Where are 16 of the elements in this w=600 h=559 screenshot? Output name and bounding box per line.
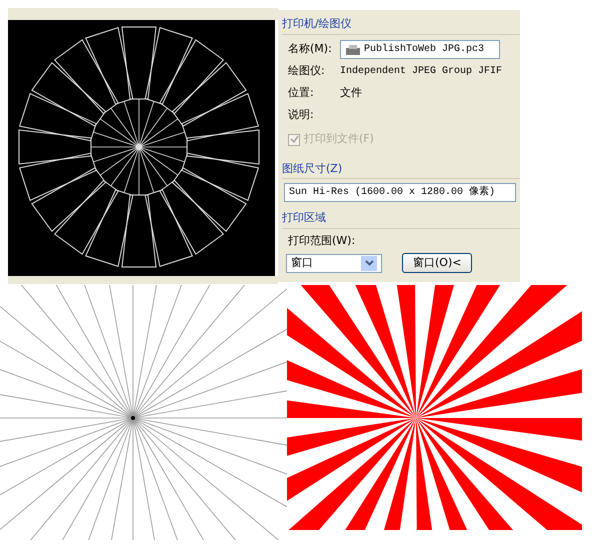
printer-icon [345, 44, 361, 56]
paper-size-select[interactable]: Sun Hi-Res (1600.00 x 1280.00 像素) [284, 183, 516, 202]
section-title: 打印机/绘图仪 [282, 16, 520, 34]
field-value: 文件 [340, 85, 362, 102]
field-label: 说明: [287, 107, 315, 124]
field-label: 打印范围(W): [287, 232, 356, 248]
window-button[interactable]: 窗口(O)< [402, 253, 472, 273]
field-label: 名称(M): [287, 41, 333, 58]
section-title: 打印区域 [282, 210, 520, 228]
field-value: Independent JPEG Group JFIF [340, 64, 502, 79]
field-label: 绘图仪: [287, 63, 326, 80]
printer-select[interactable]: PublishToWeb JPG.pc3 [340, 40, 500, 59]
field-label: 位置: [287, 85, 315, 102]
checkbox-label: 打印到文件(F) [304, 131, 374, 148]
section-title: 图纸尺寸(Z) [282, 160, 520, 179]
plot-range-select[interactable]: 窗口 [286, 254, 382, 272]
